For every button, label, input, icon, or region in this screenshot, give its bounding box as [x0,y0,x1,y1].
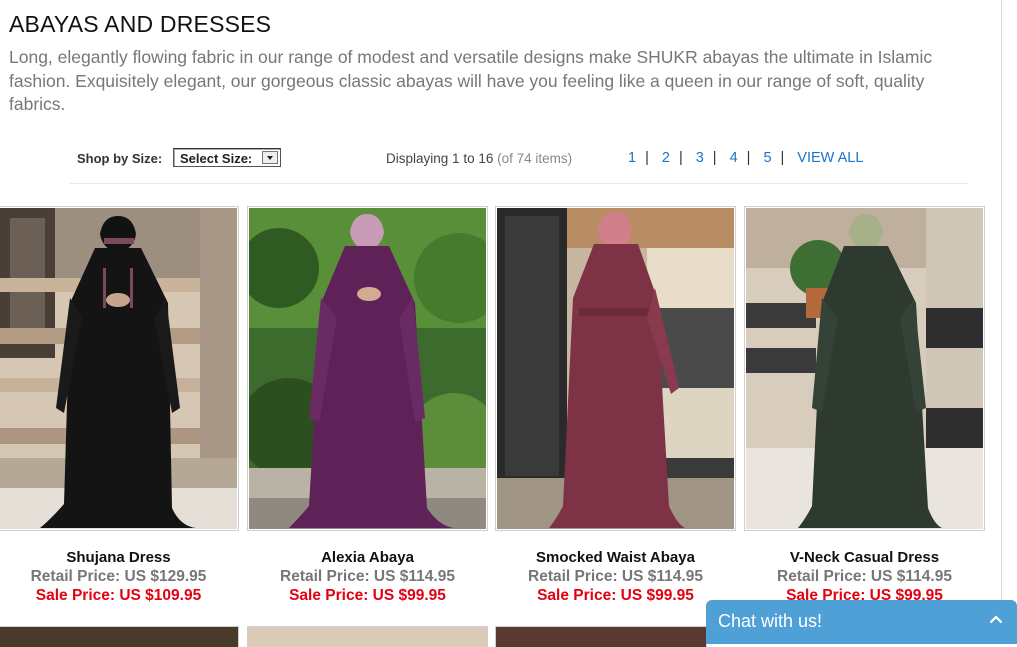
product-card[interactable]: Smocked Waist Abaya Retail Price: US $11… [495,206,736,605]
page-link-5[interactable]: 5 [763,150,771,166]
size-select-value: Select Size: [180,151,253,166]
chat-widget[interactable]: Chat with us! [706,600,1017,644]
page-separator: | [746,150,751,166]
page-link-4[interactable]: 4 [730,150,738,166]
product-card[interactable]: Shujana Dress Retail Price: US $129.95 S… [0,206,239,605]
size-filter-label: Shop by Size: [77,151,163,166]
product-name[interactable]: V-Neck Casual Dress [744,549,985,566]
product-image[interactable] [744,206,985,531]
page-separator: | [645,150,649,166]
product-card[interactable]: Alexia Abaya Retail Price: US $114.95 Sa… [247,206,488,605]
product-name[interactable]: Shujana Dress [0,549,239,566]
product-card[interactable]: V-Neck Casual Dress Retail Price: US $11… [744,206,985,605]
toolbar-divider [70,183,968,184]
display-count: Displaying 1 to 16 (of 74 items) [386,151,573,166]
display-from: 1 [452,151,460,166]
size-select[interactable]: Select Size: [173,148,281,167]
display-to: 16 [478,151,494,166]
page-separator: | [678,150,683,166]
category-intro: Long, elegantly flowing fabric in our ra… [9,47,933,114]
page-separator: | [780,150,785,166]
retail-price: Retail Price: US $114.95 [280,568,455,585]
product-name[interactable]: Smocked Waist Abaya [495,549,736,566]
sale-price: Sale Price: US $99.95 [289,587,446,604]
chat-label[interactable]: Chat with us! [718,611,822,632]
product-name[interactable]: Alexia Abaya [247,549,488,566]
sale-price: Sale Price: US $99.95 [537,587,694,604]
page-separator: | [712,150,717,166]
pagination: 1 | 2 | 3 | 4 | 5 | VIEW ALL [628,150,863,166]
product-image[interactable] [495,206,736,531]
product-image[interactable] [0,206,239,531]
dropdown-arrow-icon[interactable] [262,151,278,164]
page-link-2[interactable]: 2 [662,150,670,166]
product-image[interactable] [247,206,488,531]
retail-price: Retail Price: US $114.95 [528,568,703,585]
chevron-up-icon[interactable] [989,612,1003,626]
page-link-1[interactable]: 1 [628,150,636,166]
display-total: (of 74 items) [497,151,573,166]
view-all-link[interactable]: VIEW ALL [797,150,863,166]
page-edge [1001,0,1002,644]
listing-toolbar: Shop by Size: Select Size: Displaying 1 … [0,146,1001,172]
page-link-3[interactable]: 3 [696,150,704,166]
retail-price: Retail Price: US $114.95 [777,568,952,585]
page-title: ABAYAS AND DRESSES [9,11,272,37]
retail-price: Retail Price: US $129.95 [30,568,207,585]
sale-price: Sale Price: US $109.95 [35,587,202,604]
